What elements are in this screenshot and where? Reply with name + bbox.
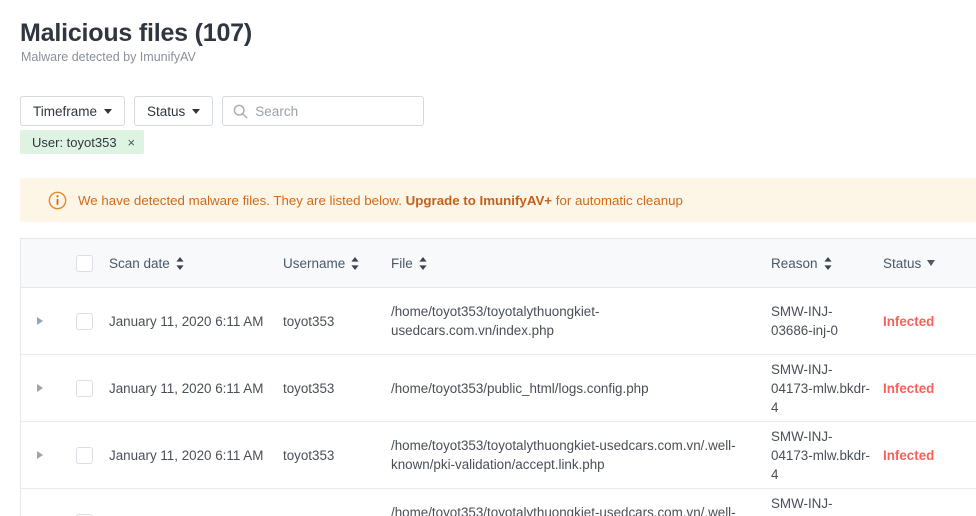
chevron-down-icon xyxy=(192,108,201,114)
row-checkbox[interactable] xyxy=(75,446,93,464)
alert-text-after: for automatic cleanup xyxy=(552,192,683,208)
active-filter-chip-user[interactable]: User: toyot353 × xyxy=(20,130,145,154)
row-select-cell xyxy=(59,312,109,330)
table-body: January 11, 2020 6:11 AM toyot353/home/to… xyxy=(21,288,976,516)
column-header-file[interactable]: File xyxy=(391,256,771,271)
alert-text-before: We have detected malware files. They are… xyxy=(78,192,406,208)
row-select-cell xyxy=(59,379,109,397)
info-icon xyxy=(48,191,67,209)
row-checkbox[interactable] xyxy=(75,312,93,330)
row-expander-cell xyxy=(21,384,59,392)
filter-toolbar: Timeframe Status xyxy=(20,96,425,126)
chevron-down-icon xyxy=(927,260,936,266)
cell-username: toyot353 xyxy=(283,513,391,516)
cell-scan-date: January 11, 2020 6:11 AM xyxy=(109,313,264,329)
cell-file: /home/toyot353/public_html/logs.config.p… xyxy=(391,380,649,396)
select-all-header-cell xyxy=(59,254,109,272)
cell-status: Infected xyxy=(883,313,935,329)
cell-scan-date: January 11, 2020 6:11 AM xyxy=(109,380,264,396)
cell-file: /home/toyot353/toyotalythuongkiet-usedca… xyxy=(391,438,736,472)
cell-file: /home/toyot353/toyotalythuongkiet-usedca… xyxy=(391,505,736,516)
cell-status: Infected xyxy=(883,380,935,396)
table-row[interactable]: January 11, 2020 6:11 AM toyot353/home/to… xyxy=(21,288,976,355)
row-select-cell xyxy=(59,446,109,464)
sort-icon xyxy=(823,256,832,270)
malicious-files-table: Scan date Username File Reason Status Ja… xyxy=(20,238,976,516)
timeframe-dropdown-button[interactable]: Timeframe xyxy=(20,96,126,126)
malware-alert-banner: We have detected malware files. They are… xyxy=(20,178,976,222)
select-all-checkbox[interactable] xyxy=(75,254,93,272)
table-row[interactable]: January 11, 2020 6:11 AMtoyot353/home/to… xyxy=(21,489,976,516)
cell-username: toyot353 xyxy=(283,447,335,463)
cell-scan-date: January 11, 2020 6:11 AM xyxy=(109,447,264,463)
chip-label: User: toyot353 xyxy=(32,134,117,150)
row-checkbox[interactable] xyxy=(75,379,93,397)
alert-message: We have detected malware files. They are… xyxy=(78,193,683,208)
page-subtitle: Malware detected by ImunifyAV xyxy=(21,50,196,64)
cell-reason: SMW-INJ-04173-mlw.bkdr-4 xyxy=(771,361,870,415)
table-header-row: Scan date Username File Reason Status xyxy=(21,239,976,288)
column-header-label: Reason xyxy=(771,255,818,271)
page-title: Malicious files (107) xyxy=(20,19,252,47)
cell-reason: SMW-INJ-04173-mlw.bkdr-4 xyxy=(771,495,870,516)
chevron-right-icon[interactable] xyxy=(37,384,43,392)
cell-file: /home/toyot353/toyotalythuongkiet-usedca… xyxy=(391,304,600,338)
sort-icon xyxy=(419,256,427,270)
table-row[interactable]: January 11, 2020 6:11 AM toyot353/home/to… xyxy=(21,422,976,489)
chevron-right-icon[interactable] xyxy=(37,451,43,459)
table-row[interactable]: January 11, 2020 6:11 AM toyot353/home/to… xyxy=(21,355,976,422)
row-expander-cell xyxy=(21,317,59,325)
column-header-username[interactable]: Username xyxy=(283,256,391,271)
status-dropdown-button[interactable]: Status xyxy=(134,96,214,126)
chevron-right-icon[interactable] xyxy=(37,317,43,325)
cell-username: toyot353 xyxy=(283,380,335,396)
upgrade-link[interactable]: Upgrade to ImunifyAV+ xyxy=(406,193,552,208)
column-header-reason[interactable]: Reason xyxy=(771,256,883,271)
cell-status: Infected xyxy=(883,447,935,463)
column-header-label: Scan date xyxy=(109,255,170,271)
chevron-down-icon xyxy=(104,108,113,114)
cell-reason: SMW-INJ-03686-inj-0 xyxy=(771,304,838,338)
row-expander-cell xyxy=(21,451,59,459)
column-header-label: Username xyxy=(283,255,346,271)
column-header-scan-date[interactable]: Scan date xyxy=(109,256,283,271)
column-header-label: Status xyxy=(883,255,922,271)
search-box[interactable] xyxy=(222,96,425,126)
timeframe-label: Timeframe xyxy=(33,103,98,119)
cell-username: toyot353 xyxy=(283,313,335,329)
cell-reason: SMW-INJ-04173-mlw.bkdr-4 xyxy=(771,428,870,482)
sort-icon xyxy=(176,256,184,270)
column-header-status[interactable]: Status xyxy=(883,256,976,271)
search-input[interactable] xyxy=(223,97,424,125)
malicious-files-page: Malicious files (107) Malware detected b… xyxy=(0,0,976,516)
close-icon[interactable]: × xyxy=(128,136,136,149)
sort-icon xyxy=(351,256,359,270)
status-label: Status xyxy=(147,103,186,119)
column-header-label: File xyxy=(391,255,413,271)
cell-scan-date: January 11, 2020 6:11 AM xyxy=(109,513,283,516)
